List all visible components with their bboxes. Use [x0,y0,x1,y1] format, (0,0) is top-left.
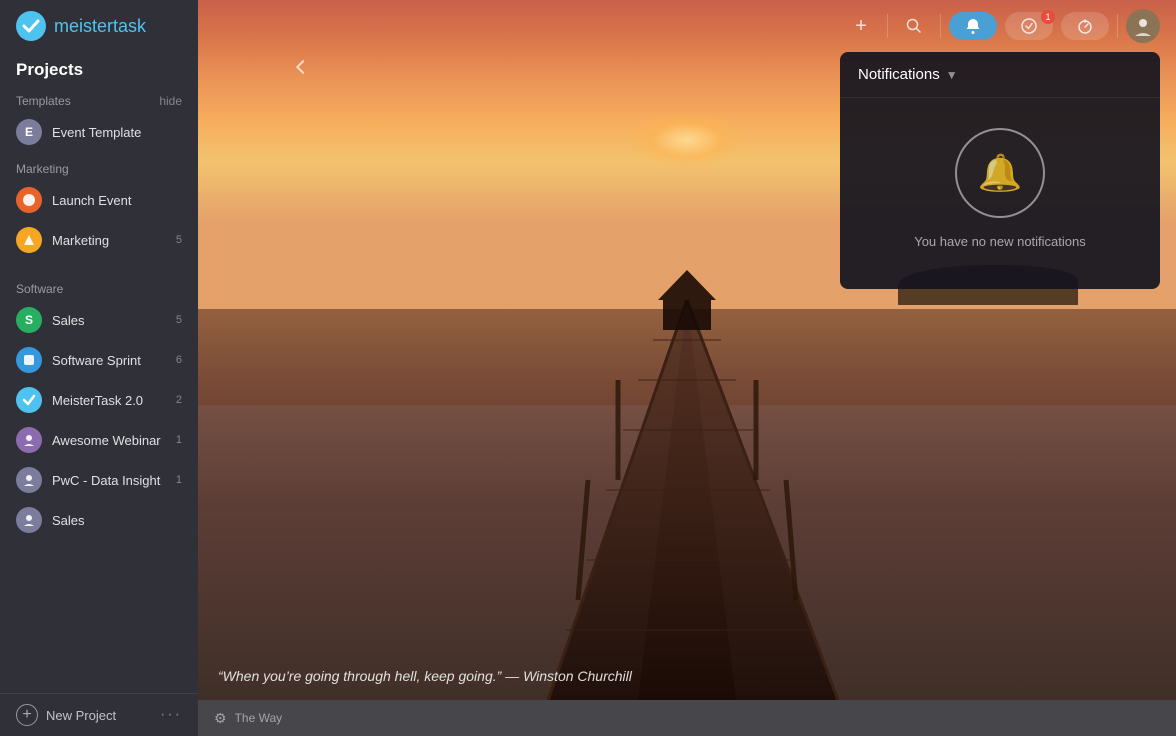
new-project-button[interactable]: + New Project [16,704,116,726]
new-project-plus-icon: + [16,704,38,726]
project-item-marketing[interactable]: Marketing 5 [0,220,198,260]
software-label: Software [16,282,63,296]
topbar-divider-3 [1117,14,1118,38]
project-name-pwc-data: PwC - Data Insight [52,473,172,488]
quote-bar: “When you’re going through hell, keep go… [198,654,1176,700]
notifications-chevron-icon: ▼ [946,68,958,82]
no-notifications-text: You have no new notifications [914,234,1086,249]
software-section-header: Software [0,272,198,300]
project-badge-awesome-webinar: 1 [176,434,182,446]
project-badge-pwc-data: 1 [176,474,182,486]
more-options-button[interactable]: ··· [160,706,182,724]
templates-section-header: Templates hide [0,84,198,112]
project-avatar-sales-1: S [16,307,42,333]
sidebar: meistertask Projects Templates hide E Ev… [0,0,198,736]
notifications-header: Notifications ▼ [840,52,1160,98]
project-item-event-template[interactable]: E Event Template [0,112,198,152]
project-avatar-event-template: E [16,119,42,145]
project-name-sales-2: Sales [52,513,178,528]
topbar: + 1 [198,0,1176,52]
project-item-awesome-webinar[interactable]: Awesome Webinar 1 [0,420,198,460]
templates-label: Templates [16,94,71,108]
project-name-sales-1: Sales [52,313,172,328]
project-avatar-software-sprint [16,347,42,373]
empty-bell-circle: 🔔 [955,128,1045,218]
project-avatar-awesome-webinar [16,427,42,453]
project-item-meistertask-2[interactable]: MeisterTask 2.0 2 [0,380,198,420]
project-name-event-template: Event Template [52,125,182,140]
project-name-awesome-webinar: Awesome Webinar [52,433,172,448]
settings-gear-icon[interactable]: ⚙ [214,710,227,727]
project-item-sales-1[interactable]: S Sales 5 [0,300,198,340]
project-item-launch-event[interactable]: Launch Event [0,180,198,220]
sidebar-logo-area: meistertask [0,0,198,52]
project-item-sales-2[interactable]: Sales [0,500,198,540]
app-name: meistertask [54,16,146,37]
project-avatar-meistertask-2 [16,387,42,413]
tasks-button[interactable]: 1 [1005,12,1053,40]
meistertask-logo-icon [16,11,46,41]
project-item-pwc-data[interactable]: PwC - Data Insight 1 [0,460,198,500]
notifications-button[interactable] [949,12,997,40]
marketing-section-header: Marketing [0,152,198,180]
project-item-software-sprint[interactable]: Software Sprint 6 [0,340,198,380]
topbar-divider-1 [887,14,888,38]
project-name-launch-event: Launch Event [52,193,178,208]
sidebar-footer: + New Project ··· [0,693,198,736]
project-badge-meistertask-2: 2 [176,394,182,406]
project-avatar-pwc-data [16,467,42,493]
projects-heading: Projects [0,52,198,84]
tasks-badge: 1 [1041,10,1055,24]
timer-button[interactable] [1061,12,1109,40]
new-project-label: New Project [46,708,116,723]
project-name-marketing: Marketing [52,233,172,248]
topbar-divider-2 [940,14,941,38]
notifications-title: Notifications [858,66,940,83]
project-name-meistertask-2: MeisterTask 2.0 [52,393,172,408]
project-name-software-sprint: Software Sprint [52,353,172,368]
project-avatar-marketing [16,227,42,253]
marketing-label: Marketing [16,162,69,176]
project-badge-software-sprint: 6 [176,354,182,366]
project-avatar-launch-event [16,187,42,213]
bell-icon-large: 🔔 [978,152,1023,194]
theme-name: The Way [235,711,283,725]
project-badge-marketing: 5 [176,234,182,246]
notifications-empty-state: 🔔 You have no new notifications [840,98,1160,289]
project-badge-sales-1: 5 [176,314,182,326]
bottom-bar: ⚙ The Way [198,700,1176,736]
project-avatar-sales-2 [16,507,42,533]
quote-text: “When you’re going through hell, keep go… [218,668,632,684]
notifications-panel: Notifications ▼ 🔔 You have no new notifi… [840,52,1160,289]
templates-hide-button[interactable]: hide [159,94,182,108]
user-avatar[interactable] [1126,9,1160,43]
add-button[interactable]: + [843,8,879,44]
main-content: + 1 Notifications ▼ [198,0,1176,736]
search-button[interactable] [896,8,932,44]
